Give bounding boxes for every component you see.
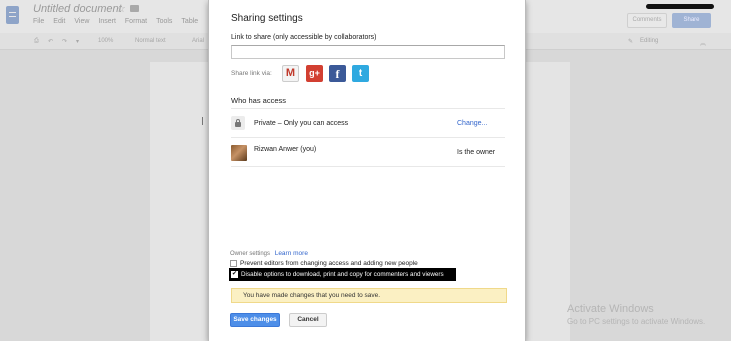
visibility-text: Private – Only you can access	[254, 120, 349, 127]
menu-tools[interactable]: Tools	[156, 18, 172, 25]
menu-table[interactable]: Table	[181, 18, 198, 25]
share-button[interactable]: Share	[672, 13, 711, 28]
font-select[interactable]: Arial	[192, 38, 204, 44]
change-visibility-link[interactable]: Change...	[457, 120, 487, 127]
zoom-select[interactable]: 100%	[98, 38, 113, 44]
menu-file[interactable]: File	[33, 18, 44, 25]
link-to-share-input[interactable]	[231, 45, 505, 59]
menu-format[interactable]: Format	[125, 18, 147, 25]
unsaved-changes-notice: You have made changes that you need to s…	[231, 288, 507, 303]
menu-view[interactable]: View	[74, 18, 89, 25]
sharing-settings-dialog: Sharing settings Link to share (only acc…	[208, 0, 526, 341]
menu-bar: File Edit View Insert Format Tools Table	[33, 18, 198, 25]
twitter-icon[interactable]: t	[352, 65, 369, 82]
facebook-icon[interactable]: f	[329, 65, 346, 82]
share-link-via-label: Share link via:	[231, 70, 272, 77]
prevent-editors-checkbox[interactable]	[230, 260, 237, 267]
learn-more-link[interactable]: Learn more	[275, 250, 308, 257]
lock-icon	[231, 116, 245, 130]
collaborator-name: Rizwan Anwer (you)	[254, 146, 317, 153]
owner-settings-row: Owner settings Learn more	[230, 250, 308, 257]
folder-icon[interactable]	[130, 5, 139, 12]
gmail-icon[interactable]: M	[282, 65, 299, 82]
disable-download-checkbox[interactable]: ✔	[231, 271, 238, 278]
activate-windows-title: Activate Windows	[567, 303, 654, 315]
save-changes-button[interactable]: Save changes	[230, 313, 280, 327]
undo-icon[interactable]: ↶	[48, 38, 53, 45]
menu-insert[interactable]: Insert	[98, 18, 116, 25]
paint-format-icon[interactable]: ▾	[76, 38, 79, 45]
collaborator-role: Is the owner	[457, 149, 496, 156]
activate-windows-subtitle: Go to PC settings to activate Windows.	[567, 317, 706, 326]
menu-edit[interactable]: Edit	[53, 18, 65, 25]
redaction-bar	[646, 4, 714, 9]
dialog-title: Sharing settings	[231, 13, 303, 24]
cancel-button[interactable]: Cancel	[289, 313, 327, 327]
document-title[interactable]: Untitled document	[33, 3, 122, 15]
disable-download-option[interactable]: ✔ Disable options to download, print and…	[229, 268, 456, 281]
google-plus-icon[interactable]: g+	[306, 65, 323, 82]
redo-icon[interactable]: ↷	[62, 38, 67, 45]
who-has-access-heading: Who has access	[231, 96, 287, 105]
pencil-icon: ✎	[628, 39, 634, 45]
text-cursor	[202, 117, 203, 125]
docs-logo-icon	[6, 6, 19, 24]
prevent-editors-option[interactable]: Prevent editors from changing access and…	[230, 260, 418, 267]
print-icon[interactable]: ⎙	[34, 38, 39, 45]
divider	[231, 137, 505, 138]
link-to-share-label: Link to share (only accessible by collab…	[231, 34, 377, 41]
divider	[231, 108, 505, 109]
owner-settings-label: Owner settings	[230, 251, 271, 257]
divider	[231, 166, 505, 167]
avatar	[231, 145, 247, 161]
style-select[interactable]: Normal text	[135, 38, 166, 44]
comments-button[interactable]: Comments	[627, 13, 667, 28]
collapse-icon[interactable]: ︽	[700, 38, 706, 47]
disable-download-label: Disable options to download, print and c…	[241, 271, 444, 278]
star-icon[interactable]: ☆	[116, 2, 126, 15]
mode-select[interactable]: Editing	[640, 38, 658, 44]
prevent-editors-label: Prevent editors from changing access and…	[240, 260, 418, 267]
